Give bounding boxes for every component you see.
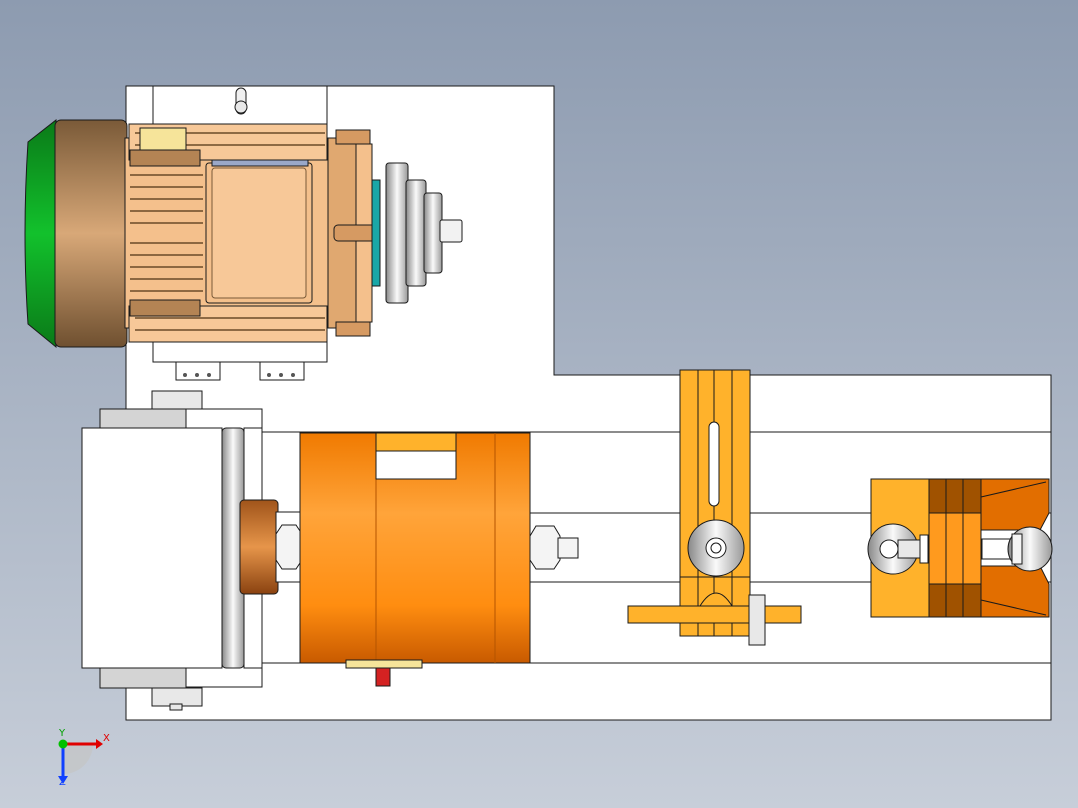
tailstock-center-bore xyxy=(879,539,899,559)
motor-shaft xyxy=(439,219,463,243)
motor-terminal-cover xyxy=(211,167,307,299)
motor-terminal-screws xyxy=(211,159,309,167)
motor-tag xyxy=(139,127,187,151)
tool-rest-clamp xyxy=(748,594,766,646)
triad-z-label: Z xyxy=(59,777,66,788)
headstock-bolt-nub xyxy=(169,703,183,711)
motor-mount-bolt xyxy=(234,100,248,114)
motor-rear-bell xyxy=(54,119,128,348)
motor-foot-clamp-right xyxy=(259,361,305,381)
orange-drum-window xyxy=(375,450,457,480)
drum-output-shaft xyxy=(557,537,579,559)
headstock-top-cap xyxy=(99,408,187,430)
motor-tag-shadow xyxy=(129,149,201,167)
tailstock-screw-nut xyxy=(919,534,929,564)
motor-flange-bolt-top xyxy=(335,129,371,145)
tailstock-dark-top xyxy=(928,478,982,514)
triad-y-label: Y xyxy=(59,728,66,739)
tailstock-assembly[interactable] xyxy=(867,478,1053,618)
pulley-mid xyxy=(405,179,427,287)
motor-end-cap xyxy=(24,118,57,349)
headstock-housing xyxy=(81,427,223,669)
tool-rest-base-bar xyxy=(627,605,802,624)
motor-tag-shadow-bottom xyxy=(129,299,201,317)
headstock-top-bolt xyxy=(151,390,203,410)
headstock-bottom-cap xyxy=(99,667,187,689)
motor-foot-clamp-left xyxy=(175,361,221,381)
triad-x-label: X xyxy=(103,733,110,744)
drum-output-nut xyxy=(529,525,561,570)
motor-flange-bolt-bottom xyxy=(335,321,371,337)
tailstock-cone-top xyxy=(980,478,1050,531)
tool-rest-slot xyxy=(708,421,720,507)
pulley-inner xyxy=(423,192,443,274)
spindle-nut xyxy=(275,524,303,570)
spindle-hub xyxy=(239,499,279,595)
tailstock-dark-bottom xyxy=(928,583,982,618)
tailstock-cone-bottom xyxy=(980,565,1050,618)
motor-seal-ring xyxy=(371,179,381,287)
tool-rest-wheel-bore xyxy=(710,542,722,554)
cad-viewport[interactable] xyxy=(0,0,1078,808)
headstock-bottom-bolt xyxy=(151,687,203,707)
orange-drum-bottom-tab xyxy=(345,659,423,669)
pulley-outer xyxy=(385,162,409,304)
motor-shaft-key xyxy=(333,224,379,242)
tailstock-live-center-nut xyxy=(1011,533,1023,565)
orange-drum-bottom-pin xyxy=(375,667,391,687)
triad-y-origin xyxy=(58,739,68,749)
